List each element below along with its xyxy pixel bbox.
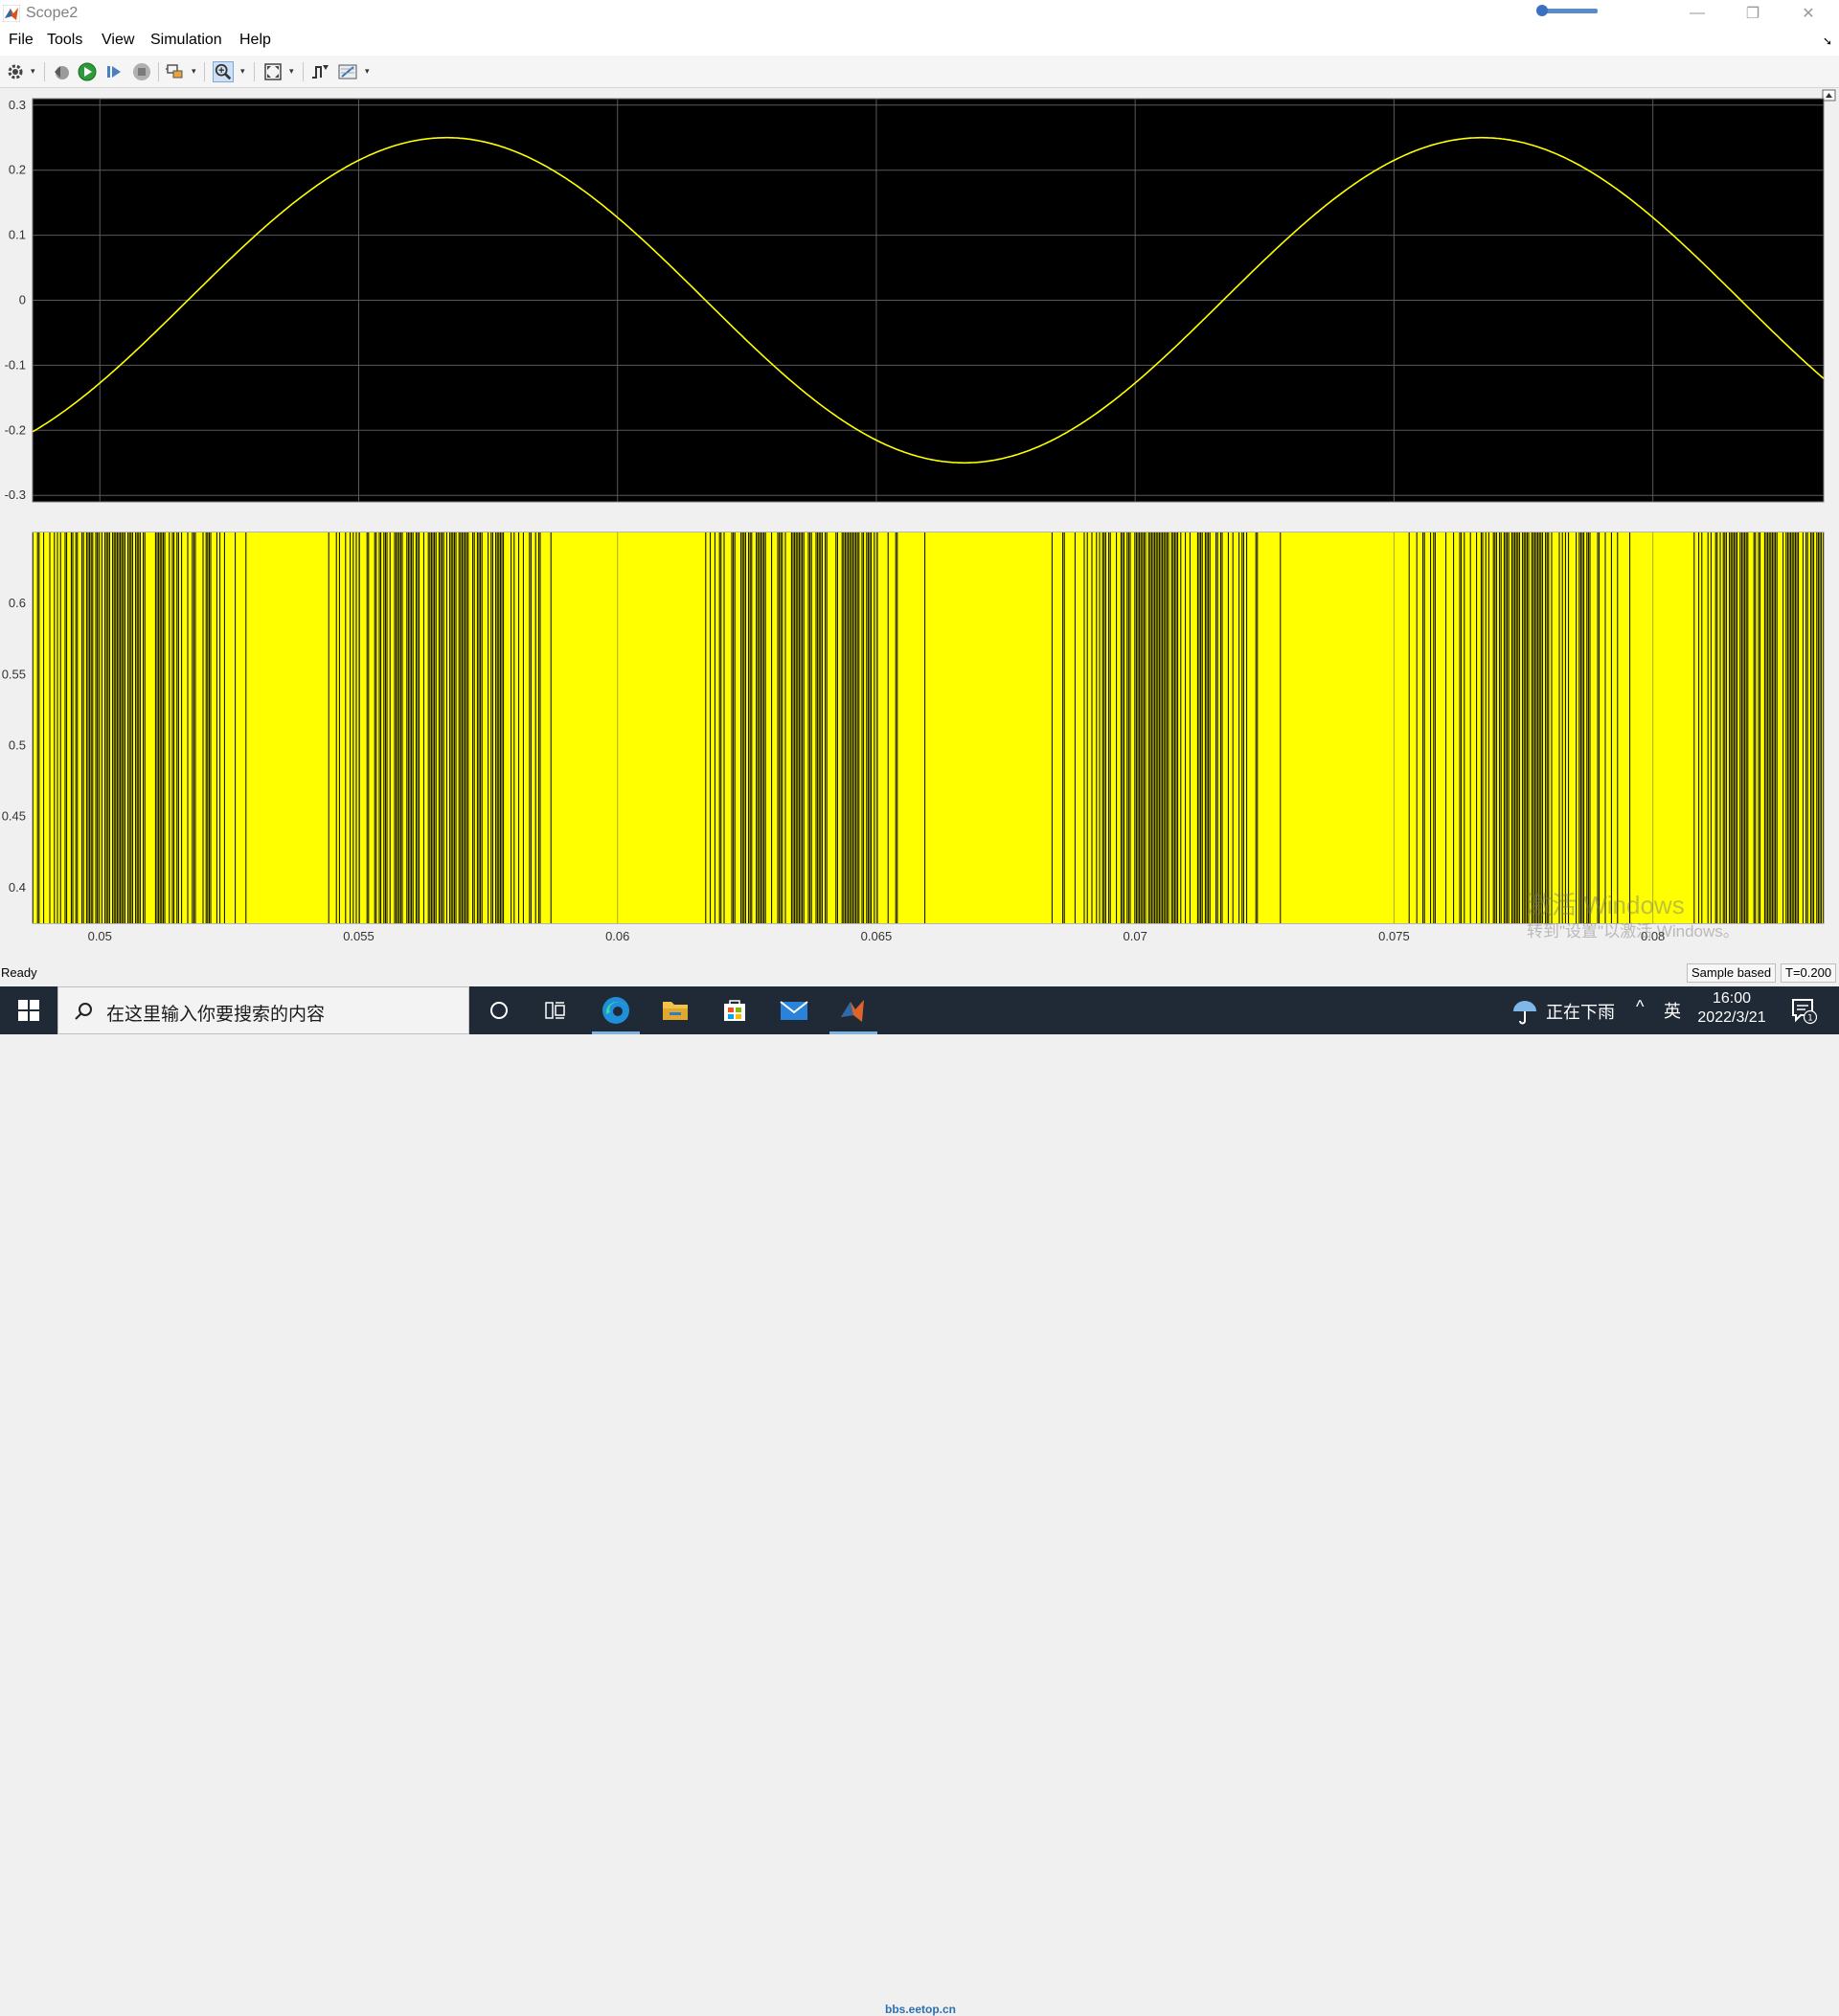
y-tick-label: -0.3 <box>5 487 26 502</box>
toolbar-separator <box>254 62 255 81</box>
start-button[interactable] <box>0 986 57 1034</box>
window-title: Scope2 <box>26 5 79 21</box>
status-ready: Ready <box>1 965 37 980</box>
y-tick-label: 0.55 <box>2 667 26 681</box>
y-tick-label: 0.4 <box>9 880 26 895</box>
search-placeholder: 在这里输入你要搜索的内容 <box>106 1005 326 1025</box>
edge-browser-icon <box>602 997 629 1024</box>
undock-icon[interactable]: ➘ <box>1823 34 1832 48</box>
sample-mode-status: Sample based <box>1687 963 1777 983</box>
activation-watermark-subtitle: 转到"设置"以激活 Windows。 <box>1527 922 1739 940</box>
slider-icon[interactable] <box>1534 4 1601 17</box>
x-tick-labels: 0.05 0.055 0.06 0.065 0.07 0.075 0.08 <box>88 929 1666 943</box>
fit-dropdown-icon[interactable]: ▾ <box>289 67 297 76</box>
weather-text[interactable]: 正在下雨 <box>1546 999 1615 1024</box>
clock-time: 16:00 <box>1712 990 1752 1007</box>
input-method-indicator[interactable]: 英 <box>1664 998 1681 1023</box>
minimize-button[interactable]: — <box>1669 0 1725 27</box>
cortana-icon <box>490 1002 508 1019</box>
stop-icon[interactable] <box>131 61 152 82</box>
activation-watermark-title: 激活 Windows <box>1527 891 1685 919</box>
pwm-trace <box>34 532 1823 923</box>
show-hidden-icons-button[interactable]: ^ <box>1636 997 1644 1017</box>
menu-tools[interactable]: Tools <box>47 32 82 49</box>
status-bar: Ready Sample based T=0.200 <box>0 961 1839 985</box>
taskbar-mail[interactable] <box>764 986 824 1034</box>
task-view-button[interactable] <box>469 986 529 1034</box>
x-tick-label: 0.075 <box>1378 929 1410 943</box>
notification-center-icon[interactable]: 1 <box>1789 996 1818 1025</box>
toolbar-separator <box>158 62 159 81</box>
windows-logo-icon <box>18 1000 39 1021</box>
restore-button[interactable]: ❐ <box>1725 0 1781 27</box>
y-tick-label: -0.2 <box>5 422 26 437</box>
toolbar-separator <box>44 62 45 81</box>
title-bar: Scope2 — ❐ ✕ <box>0 0 1839 27</box>
clock-date: 2022/3/21 <box>1697 1009 1766 1026</box>
folder-icon <box>663 1002 688 1020</box>
step-back-icon[interactable] <box>51 61 72 82</box>
menu-file[interactable]: File <box>9 32 34 49</box>
zoom-dropdown-icon[interactable]: ▾ <box>240 67 248 76</box>
top-y-tick-labels: 0.3 0.2 0.1 0 -0.1 -0.2 -0.3 <box>5 98 26 502</box>
fit-to-view-icon[interactable] <box>262 61 284 82</box>
taskbar-file-explorer[interactable] <box>646 986 705 1034</box>
sim-time-status: T=0.200 <box>1781 963 1837 983</box>
clock[interactable]: 16:00 2022/3/21 <box>1695 989 1768 1028</box>
task-view-icon <box>545 1002 565 1019</box>
y-tick-label: 0.45 <box>2 809 26 824</box>
menu-simulation[interactable]: Simulation <box>150 32 222 49</box>
zoom-in-icon[interactable] <box>213 61 234 82</box>
close-button[interactable]: ✕ <box>1781 0 1836 27</box>
store-icon <box>724 1000 745 1021</box>
y-tick-label: 0.1 <box>9 228 26 242</box>
toolbar-separator <box>303 62 304 81</box>
taskbar-edge[interactable] <box>586 986 646 1034</box>
taskbar-search-box[interactable]: 在这里输入你要搜索的内容 <box>57 986 469 1034</box>
matlab-taskbar-icon <box>841 1000 864 1022</box>
menu-help[interactable]: Help <box>239 32 271 49</box>
x-tick-label: 0.07 <box>1124 929 1147 943</box>
taskbar-store[interactable] <box>705 986 764 1034</box>
y-tick-label: 0.5 <box>9 738 26 753</box>
highlight-icon[interactable] <box>165 61 186 82</box>
y-tick-label: 0.2 <box>9 163 26 177</box>
trigger-icon[interactable] <box>309 61 330 82</box>
run-icon[interactable] <box>77 61 98 82</box>
x-tick-label: 0.05 <box>88 929 112 943</box>
toolbar-separator <box>204 62 205 81</box>
site-watermark: bbs.eetop.cn <box>885 2003 957 2016</box>
y-tick-label: 0 <box>19 293 26 307</box>
gear-icon[interactable] <box>5 61 26 82</box>
menu-view[interactable]: View <box>102 32 134 49</box>
y-tick-label: -0.1 <box>5 357 26 372</box>
umbrella-weather-icon[interactable] <box>1511 998 1538 1025</box>
search-icon <box>75 1003 92 1020</box>
y-tick-label: 0.6 <box>9 596 26 610</box>
menu-bar: File Tools View Simulation Help ➘ <box>0 27 1839 56</box>
measurement-icon[interactable] <box>337 61 358 82</box>
settings-dropdown-icon[interactable]: ▾ <box>31 67 38 76</box>
bottom-y-tick-labels: 0.6 0.55 0.5 0.45 0.4 <box>2 596 26 895</box>
scope-display: 0.3 0.2 0.1 0 -0.1 -0.2 -0.3 0.6 0.55 0.5 0.45 0.4… <box>0 89 1839 956</box>
taskbar-matlab[interactable] <box>824 986 883 1034</box>
x-tick-label: 0.06 <box>605 929 629 943</box>
mail-icon <box>780 1001 808 1020</box>
task-switcher-button[interactable] <box>526 986 585 1034</box>
highlight-dropdown-icon[interactable]: ▾ <box>192 67 199 76</box>
notification-count: 1 <box>1807 1014 1813 1024</box>
y-tick-label: 0.3 <box>9 98 26 112</box>
expand-axes-icon[interactable] <box>1822 89 1836 102</box>
x-tick-label: 0.055 <box>343 929 375 943</box>
x-tick-label: 0.065 <box>861 929 893 943</box>
measurement-dropdown-icon[interactable]: ▾ <box>365 67 373 76</box>
toolbar: ▾ ▾ ▾ ▾ ▾ <box>0 56 1839 88</box>
taskbar: 在这里输入你要搜索的内容 bbs.eetop.cn 正在下雨 ^ 英 16:00… <box>0 986 1839 2016</box>
step-forward-icon[interactable] <box>103 61 125 82</box>
pwm-high-fill <box>34 532 1823 923</box>
matlab-icon <box>3 5 20 22</box>
scope-plots: 0.3 0.2 0.1 0 -0.1 -0.2 -0.3 0.6 0.55 0.5 0.45 0.4… <box>2 89 1836 943</box>
